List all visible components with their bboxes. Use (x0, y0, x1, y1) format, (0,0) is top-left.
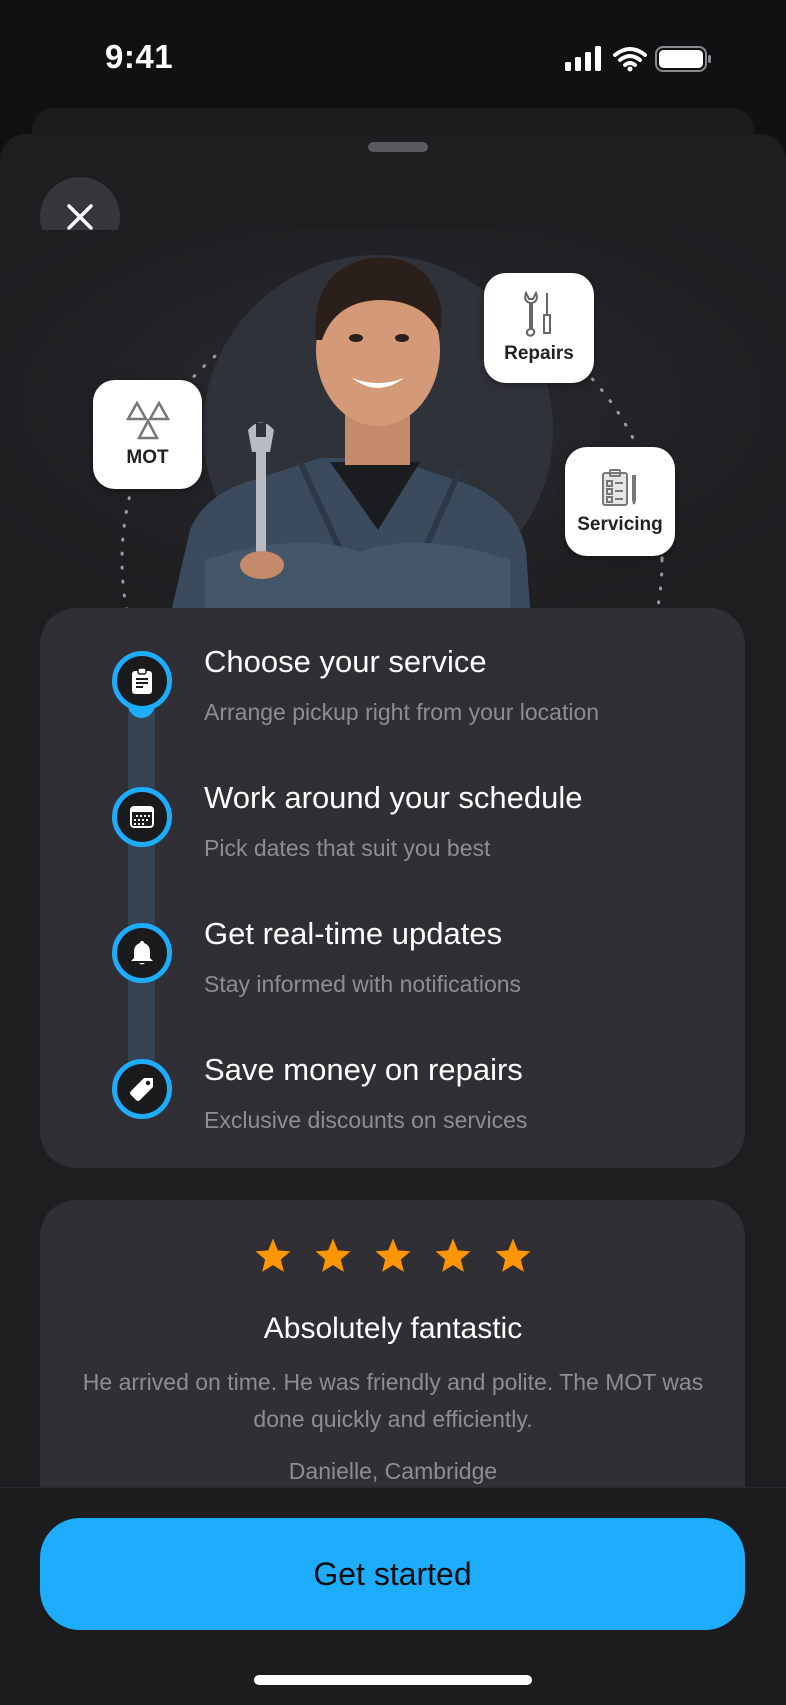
wifi-icon (613, 47, 647, 72)
calendar-icon (130, 806, 154, 828)
step-subtitle: Stay informed with notifications (204, 971, 522, 997)
star-icon (315, 1238, 351, 1272)
step-title: Choose your service (204, 644, 487, 679)
sheet-grabber[interactable] (368, 142, 428, 152)
step-title: Save money on repairs (204, 1052, 523, 1087)
review-title: Absolutely fantastic (263, 1312, 523, 1345)
cellular-signal-icon (565, 46, 601, 71)
star-icon (495, 1238, 531, 1272)
badge-mot: MOT (93, 380, 202, 489)
bell-icon (131, 941, 153, 965)
review-author: Danielle, Cambridge (288, 1458, 498, 1484)
star-icon (435, 1238, 471, 1272)
battery-icon (655, 46, 711, 72)
step-title: Get real-time updates (204, 916, 503, 951)
step-subtitle: Pick dates that suit you best (204, 835, 491, 861)
progress-track (128, 684, 155, 1092)
review-body: He arrived on time. He was friendly and … (82, 1369, 704, 1432)
clipboard-checklist-icon (602, 468, 636, 506)
home-indicator[interactable] (254, 1675, 532, 1685)
clipboard-icon (132, 667, 152, 694)
star-rating (0, 1236, 786, 1280)
tag-icon (130, 1078, 153, 1101)
badge-repairs: Repairs (484, 273, 594, 383)
badge-label: MOT (126, 446, 169, 468)
star-icon (375, 1238, 411, 1272)
badge-servicing: Servicing (565, 447, 675, 556)
get-started-button[interactable]: Get started (40, 1518, 745, 1630)
step-subtitle: Exclusive discounts on services (204, 1107, 528, 1133)
step-subtitle: Arrange pickup right from your location (204, 699, 600, 725)
step-icon-3 (112, 923, 172, 983)
step-icon-2 (112, 787, 172, 847)
steps-card: Choose your service Arrange pickup right… (40, 608, 745, 1168)
step-icon-4 (112, 1059, 172, 1119)
badge-label: Repairs (504, 343, 574, 364)
star-icon (255, 1238, 291, 1272)
status-time: 9:41 (105, 38, 174, 75)
status-icons (565, 46, 711, 72)
step-icon-1 (112, 651, 172, 711)
step-title: Work around your schedule (204, 780, 583, 815)
close-icon (67, 204, 93, 230)
hero-illustration: MOT Repairs Servicing (0, 230, 786, 608)
badge-label: Servicing (577, 513, 663, 535)
wrench-screwdriver-icon (524, 291, 551, 337)
mot-triangles-icon (125, 400, 170, 439)
